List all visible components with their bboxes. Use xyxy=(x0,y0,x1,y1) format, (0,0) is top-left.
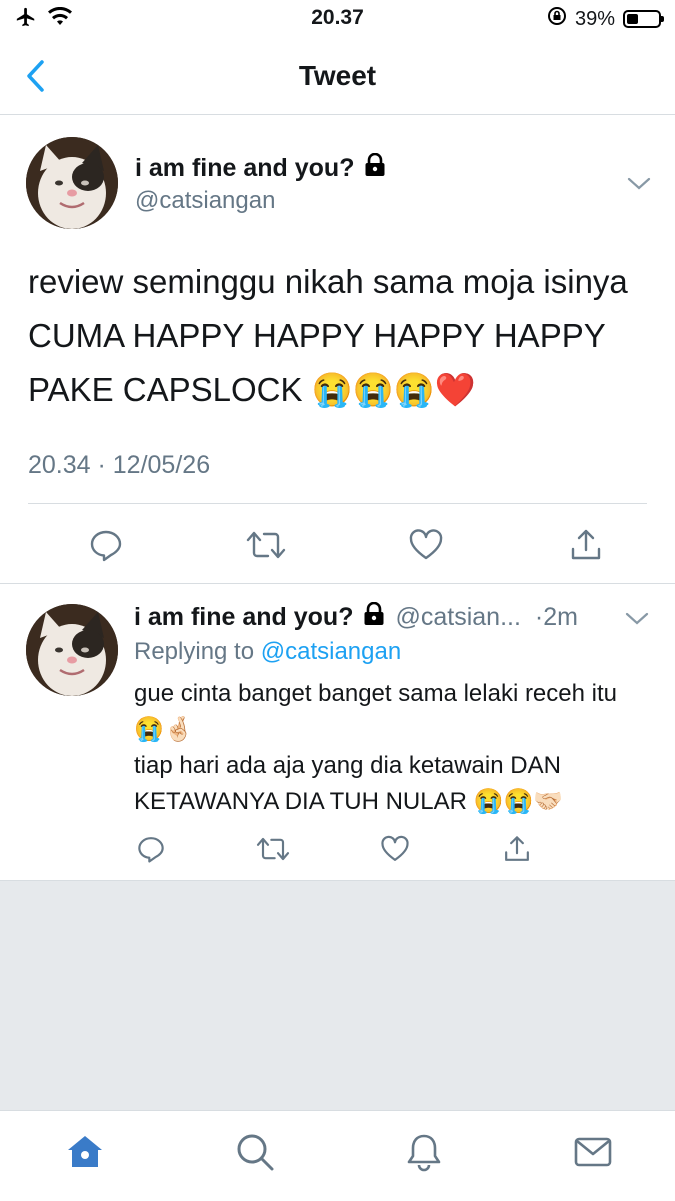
avatar[interactable] xyxy=(26,137,118,229)
reply-icon xyxy=(138,837,164,863)
like-icon xyxy=(381,835,409,861)
like-button[interactable] xyxy=(378,832,412,866)
tweet-menu-button[interactable] xyxy=(627,175,651,193)
avatar[interactable] xyxy=(26,604,118,696)
tab-notifications[interactable] xyxy=(403,1131,445,1173)
status-bar: 20.37 39% xyxy=(0,0,675,38)
battery-fill xyxy=(627,14,639,24)
tab-messages[interactable] xyxy=(572,1131,614,1173)
reply-text: gue cinta banget banget sama lelaki rece… xyxy=(134,676,634,820)
reply-header: i am fine and you? @catsian... ·2m xyxy=(134,601,578,633)
share-button[interactable] xyxy=(500,832,534,866)
share-icon xyxy=(505,836,529,861)
tweet-menu-button[interactable] xyxy=(625,610,649,628)
notifications-icon xyxy=(407,1134,441,1172)
battery-percent: 39% xyxy=(574,7,615,30)
cat-avatar-image xyxy=(26,604,118,696)
display-name-text: i am fine and you? xyxy=(135,154,355,182)
share-button[interactable] xyxy=(566,525,606,565)
search-icon xyxy=(237,1134,274,1171)
empty-area xyxy=(0,881,675,1110)
reply-button[interactable] xyxy=(134,832,168,866)
chevron-down-icon xyxy=(627,177,651,190)
reply-time: ·2m xyxy=(534,603,578,631)
tweet-actions xyxy=(86,525,606,565)
retweet-button[interactable] xyxy=(246,525,286,565)
reply-text-line: tiap hari ada aja yang dia ketawain DAN … xyxy=(134,752,564,815)
reply-icon xyxy=(90,530,122,562)
tweet-timestamp: 20.34 · 12/05/26 xyxy=(28,451,211,479)
lock-icon xyxy=(363,601,385,633)
nav-bar: Tweet xyxy=(0,38,675,115)
retweet-icon xyxy=(246,531,286,559)
reply-tweet[interactable]: i am fine and you? @catsian... ·2m Reply… xyxy=(0,584,675,881)
home-icon xyxy=(68,1136,102,1167)
user-handle[interactable]: @catsian... xyxy=(395,603,520,632)
messages-icon xyxy=(574,1137,612,1167)
reply-text-line: gue cinta banget banget sama lelaki rece… xyxy=(134,680,617,743)
main-tweet: i am fine and you? @catsiangan review se… xyxy=(0,115,675,584)
replying-prefix: Replying to xyxy=(134,638,255,665)
orientation-lock-icon xyxy=(547,6,567,32)
retweet-icon xyxy=(256,837,290,861)
like-icon xyxy=(409,529,443,560)
retweet-button[interactable] xyxy=(256,832,290,866)
like-button[interactable] xyxy=(406,525,446,565)
replying-handle-link[interactable]: @catsiangan xyxy=(261,638,401,665)
tab-home[interactable] xyxy=(64,1131,106,1173)
user-handle[interactable]: @catsiangan xyxy=(135,187,275,215)
display-name: i am fine and you? xyxy=(135,152,386,184)
status-right: 39% xyxy=(547,6,664,32)
replying-to: Replying to @catsiangan xyxy=(134,638,401,666)
reply-button[interactable] xyxy=(86,525,126,565)
display-name: i am fine and you? xyxy=(134,601,385,633)
lock-icon xyxy=(364,152,386,184)
tab-search[interactable] xyxy=(234,1131,276,1173)
chevron-down-icon xyxy=(625,612,649,625)
tab-bar xyxy=(0,1110,675,1201)
reply-actions xyxy=(134,832,534,866)
cat-avatar-image xyxy=(26,137,118,229)
divider xyxy=(28,503,647,504)
share-icon xyxy=(571,529,601,560)
page-title: Tweet xyxy=(298,60,377,91)
battery-icon xyxy=(623,10,664,28)
tweet-text: review seminggu nikah sama moja isinya C… xyxy=(28,263,628,408)
display-name-text: i am fine and you? xyxy=(134,603,354,631)
